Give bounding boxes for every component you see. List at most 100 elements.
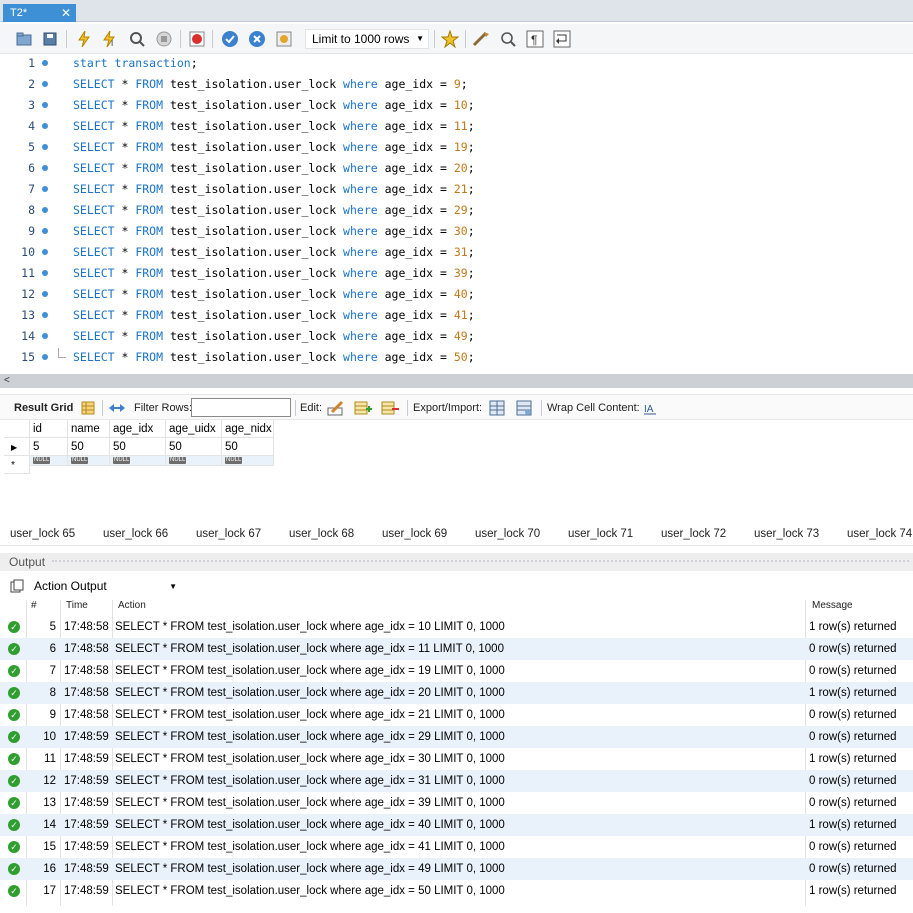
- editor-line[interactable]: 3 SELECT * FROM test_isolation.user_lock …: [0, 96, 913, 117]
- statement-marker-icon: [42, 144, 48, 150]
- result-tab[interactable]: user_lock 67: [196, 528, 261, 540]
- result-tab[interactable]: user_lock 68: [289, 528, 354, 540]
- editor-line[interactable]: 8 SELECT * FROM test_isolation.user_lock …: [0, 201, 913, 222]
- result-tab[interactable]: user_lock 74: [847, 528, 912, 540]
- output-col-num[interactable]: #: [31, 600, 37, 611]
- output-row[interactable]: ✓ 9 17:48:58 SELECT * FROM test_isolation.u…: [0, 704, 913, 726]
- grid-cell[interactable]: 50: [110, 438, 166, 456]
- grid-null-cell[interactable]: NULL: [68, 456, 110, 466]
- autocommit-icon[interactable]: [275, 30, 293, 48]
- output-row[interactable]: ✓ 12 17:48:59 SELECT * FROM test_isolation.…: [0, 770, 913, 792]
- output-col-time[interactable]: Time: [66, 600, 88, 611]
- commit-icon[interactable]: [221, 30, 239, 48]
- output-row[interactable]: ✓ 7 17:48:58 SELECT * FROM test_isolation.u…: [0, 660, 913, 682]
- grid-col-header[interactable]: age_idx: [110, 420, 166, 438]
- editor-line[interactable]: 2 SELECT * FROM test_isolation.user_lock …: [0, 75, 913, 96]
- editor-line[interactable]: 11 SELECT * FROM test_isolation.user_lock…: [0, 264, 913, 285]
- execute-current-icon[interactable]: I: [101, 30, 119, 48]
- editor-line[interactable]: 6 SELECT * FROM test_isolation.user_lock …: [0, 159, 913, 180]
- output-row[interactable]: ✓ 6 17:48:58 SELECT * FROM test_isolation.u…: [0, 638, 913, 660]
- editor-line[interactable]: 7 SELECT * FROM test_isolation.user_lock …: [0, 180, 913, 201]
- output-message: 1 row(s) returned: [809, 885, 897, 897]
- result-tab[interactable]: user_lock 66: [103, 528, 168, 540]
- grid-null-cell[interactable]: NULL: [30, 456, 68, 466]
- grid-col-header[interactable]: name: [68, 420, 110, 438]
- grid-cell[interactable]: 50: [166, 438, 222, 456]
- grid-cell[interactable]: 5: [30, 438, 68, 456]
- tab-t2[interactable]: T2* ✕: [3, 4, 76, 22]
- wrap-icon[interactable]: [553, 30, 571, 48]
- toggle-error-icon[interactable]: [188, 30, 206, 48]
- grid-corner[interactable]: [4, 420, 30, 438]
- output-row[interactable]: ✓ 16 17:48:59 SELECT * FROM test_isolation.…: [0, 858, 913, 880]
- output-type-select[interactable]: Action Output ▼: [30, 577, 180, 596]
- edit-row-icon[interactable]: [327, 399, 345, 417]
- grid-col-header[interactable]: age_nidx: [222, 420, 274, 438]
- output-row[interactable]: ✓ 17 17:48:59 SELECT * FROM test_isolation.…: [0, 880, 913, 902]
- grid-null-cell[interactable]: NULL: [110, 456, 166, 466]
- close-icon[interactable]: ✕: [61, 4, 71, 22]
- stop-icon[interactable]: [155, 30, 173, 48]
- editor-line[interactable]: 10 SELECT * FROM test_isolation.user_lock…: [0, 243, 913, 264]
- statement-marker-icon: [42, 186, 48, 192]
- grid-cell[interactable]: 50: [222, 438, 274, 456]
- filter-rows-input[interactable]: [191, 398, 291, 417]
- editor-line[interactable]: 14 SELECT * FROM test_isolation.user_lock…: [0, 327, 913, 348]
- editor-line[interactable]: 4 SELECT * FROM test_isolation.user_lock …: [0, 117, 913, 138]
- execute-icon[interactable]: [75, 30, 93, 48]
- editor-horizontal-scrollbar[interactable]: <: [0, 374, 913, 388]
- result-grid-label[interactable]: Result Grid: [14, 402, 73, 414]
- output-row[interactable]: ✓ 10 17:48:59 SELECT * FROM test_isolation.…: [0, 726, 913, 748]
- export-icon[interactable]: [489, 399, 507, 417]
- output-col-action[interactable]: Action: [118, 600, 146, 611]
- grid-null-cell[interactable]: NULL: [166, 456, 222, 466]
- editor-line[interactable]: 13 SELECT * FROM test_isolation.user_lock…: [0, 306, 913, 327]
- editor-line[interactable]: 1 start transaction;: [0, 54, 913, 75]
- limit-rows-select[interactable]: Limit to 1000 rows ▼: [305, 29, 429, 49]
- editor-line[interactable]: 5 SELECT * FROM test_isolation.user_lock …: [0, 138, 913, 159]
- output-num: 8: [49, 687, 56, 699]
- delete-row-icon[interactable]: [381, 399, 399, 417]
- line-number: 15: [21, 350, 35, 364]
- output-row[interactable]: ✓ 14 17:48:59 SELECT * FROM test_isolation.…: [0, 814, 913, 836]
- result-tab[interactable]: user_lock 72: [661, 528, 726, 540]
- beautify-icon[interactable]: [472, 30, 490, 48]
- wrap-cell-icon[interactable]: IA: [641, 399, 659, 417]
- grid-col-header[interactable]: age_uidx: [166, 420, 222, 438]
- output-row[interactable]: ✓ 15 17:48:59 SELECT * FROM test_isolation.…: [0, 836, 913, 858]
- find-icon[interactable]: [499, 30, 517, 48]
- copy-output-icon[interactable]: [10, 579, 24, 593]
- add-snippet-icon[interactable]: [441, 30, 459, 48]
- result-tab[interactable]: user_lock 70: [475, 528, 540, 540]
- scroll-left-icon[interactable]: <: [4, 374, 10, 388]
- save-icon[interactable]: [41, 30, 59, 48]
- sql-editor[interactable]: 1 start transaction; 2 SELECT * FROM test_i…: [0, 54, 913, 374]
- grid-cell[interactable]: 50: [68, 438, 110, 456]
- result-tab[interactable]: user_lock 73: [754, 528, 819, 540]
- row-selector-new[interactable]: *: [4, 456, 30, 474]
- output-row[interactable]: ✓ 13 17:48:59 SELECT * FROM test_isolation.…: [0, 792, 913, 814]
- output-col-message[interactable]: Message: [812, 600, 853, 611]
- grid-null-cell[interactable]: NULL: [222, 456, 274, 466]
- code-text: SELECT * FROM test_isolation.user_lock w…: [73, 287, 475, 301]
- editor-line[interactable]: 9 SELECT * FROM test_isolation.user_lock …: [0, 222, 913, 243]
- add-row-icon[interactable]: [354, 399, 372, 417]
- editor-line[interactable]: 12 SELECT * FROM test_isolation.user_lock…: [0, 285, 913, 306]
- editor-line[interactable]: 15 SELECT * FROM test_isolation.user_lock…: [0, 348, 913, 369]
- import-icon[interactable]: [516, 399, 534, 417]
- output-row[interactable]: ✓ 5 17:48:58 SELECT * FROM test_isolation.u…: [0, 616, 913, 638]
- output-row[interactable]: ✓ 8 17:48:58 SELECT * FROM test_isolation.u…: [0, 682, 913, 704]
- statement-marker-icon: [42, 249, 48, 255]
- explain-icon[interactable]: [128, 30, 146, 48]
- invisible-chars-icon[interactable]: ¶: [526, 30, 544, 48]
- result-tab[interactable]: user_lock 69: [382, 528, 447, 540]
- open-file-icon[interactable]: [15, 30, 33, 48]
- rollback-icon[interactable]: [248, 30, 266, 48]
- row-selector-current[interactable]: ▶: [4, 438, 30, 456]
- result-tab[interactable]: user_lock 65: [10, 528, 75, 540]
- refresh-icon[interactable]: [108, 399, 126, 417]
- output-row[interactable]: ✓ 11 17:48:59 SELECT * FROM test_isolation.…: [0, 748, 913, 770]
- result-tab[interactable]: user_lock 71: [568, 528, 633, 540]
- grid-layout-icon[interactable]: [79, 399, 97, 417]
- grid-col-header[interactable]: id: [30, 420, 68, 438]
